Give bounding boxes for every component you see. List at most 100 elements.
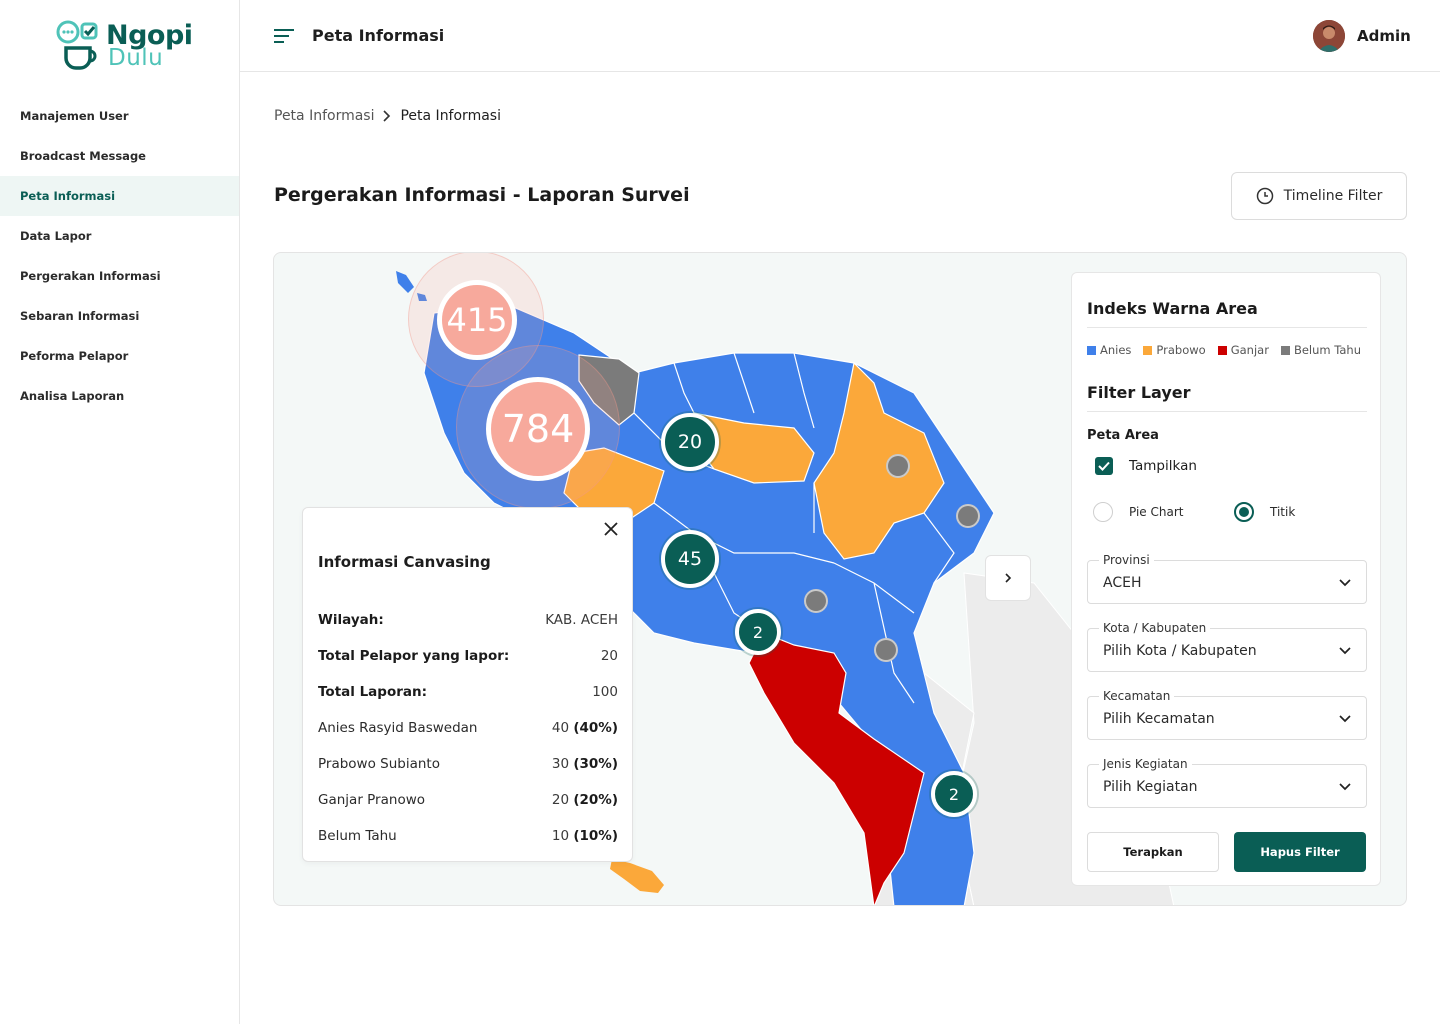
expand-panel-button[interactable]: [985, 555, 1031, 601]
cluster-marker-45[interactable]: 45: [661, 530, 719, 588]
chevron-down-icon: [1339, 783, 1351, 791]
info-value: 100: [592, 684, 618, 700]
coffee-cup-icon: [56, 20, 98, 70]
map-panel[interactable]: 415 784 20 45 2 2 Informasi Canvasing Wi…: [273, 252, 1407, 906]
peta-area-label: Peta Area: [1087, 428, 1159, 443]
breadcrumb: Peta Informasi Peta Informasi: [274, 108, 501, 124]
logo-text-secondary: Dulu: [108, 45, 164, 71]
page-title: Pergerakan Informasi - Laporan Survei: [274, 184, 690, 206]
divider: [1087, 327, 1367, 328]
provinsi-value: ACEH: [1103, 575, 1142, 591]
clear-filter-button[interactable]: Hapus Filter: [1234, 832, 1366, 872]
sidebar-nav: Manajemen User Broadcast Message Peta In…: [0, 96, 239, 416]
sidebar: Ngopi Dulu Manajemen User Broadcast Mess…: [0, 0, 240, 1024]
info-value: 30 (30%): [551, 756, 618, 772]
header-title: Peta Informasi: [312, 26, 445, 45]
cluster-count: 2: [752, 622, 764, 642]
info-row-total-laporan: Total Laporan: 100: [318, 684, 618, 700]
apply-filter-button[interactable]: Terapkan: [1087, 832, 1219, 872]
cluster-marker-2-east[interactable]: 2: [931, 771, 977, 817]
info-row-ganjar: Ganjar Pranowo 20 (20%): [318, 792, 618, 808]
user-photo-icon: [1313, 20, 1345, 52]
breadcrumb-item-root[interactable]: Peta Informasi: [274, 108, 374, 124]
kecamatan-select[interactable]: Kecamatan Pilih Kecamatan: [1087, 689, 1367, 740]
chevron-right-icon: [383, 110, 391, 122]
provinsi-label: Provinsi: [1099, 553, 1154, 567]
legend-item-belum-tahu: Belum Tahu: [1280, 343, 1361, 357]
color-legend: Anies Prabowo Ganjar Belum Tahu: [1087, 343, 1361, 357]
show-area-label: Tampilkan: [1129, 458, 1197, 474]
sidebar-item-pergerakan-informasi[interactable]: Pergerakan Informasi: [0, 256, 239, 296]
radio-pie-chart-label: Pie Chart: [1129, 505, 1184, 519]
cluster-count: 20: [677, 431, 703, 453]
cluster-marker-20[interactable]: 20: [661, 413, 719, 471]
divider: [1087, 411, 1367, 412]
info-label: Total Pelapor yang lapor:: [318, 648, 510, 664]
filter-panel: Indeks Warna Area Anies Prabowo Ganjar B…: [1071, 272, 1381, 886]
kota-kabupaten-select[interactable]: Kota / Kabupaten Pilih Kota / Kabupaten: [1087, 621, 1367, 672]
breadcrumb-item-current: Peta Informasi: [400, 108, 501, 124]
sidebar-item-peforma-pelapor[interactable]: Peforma Pelapor: [0, 336, 239, 376]
info-label: Wilayah:: [318, 612, 384, 628]
point-marker[interactable]: [874, 638, 898, 662]
sidebar-item-data-lapor[interactable]: Data Lapor: [0, 216, 239, 256]
user-name[interactable]: Admin: [1357, 27, 1411, 45]
radio-pie-chart[interactable]: [1093, 502, 1113, 522]
radio-titik[interactable]: [1234, 502, 1254, 522]
info-row-anies: Anies Rasyid Baswedan 40 (40%): [318, 720, 618, 736]
chevron-down-icon: [1339, 715, 1351, 723]
cluster-marker-784[interactable]: 784: [486, 377, 590, 481]
timeline-filter-button[interactable]: Timeline Filter: [1231, 172, 1407, 220]
point-marker[interactable]: [804, 589, 828, 613]
sidebar-item-analisa-laporan[interactable]: Analisa Laporan: [0, 376, 239, 416]
sidebar-item-peta-informasi[interactable]: Peta Informasi: [0, 176, 239, 216]
sidebar-item-broadcast-message[interactable]: Broadcast Message: [0, 136, 239, 176]
info-label: Total Laporan:: [318, 684, 428, 700]
cluster-count: 415: [446, 301, 508, 339]
chevron-down-icon: [1339, 647, 1351, 655]
info-label: Belum Tahu: [318, 828, 397, 844]
cluster-count: 45: [677, 548, 703, 570]
point-marker[interactable]: [886, 454, 910, 478]
info-row-total-pelapor: Total Pelapor yang lapor: 20: [318, 648, 618, 664]
chevron-down-icon: [1339, 579, 1351, 587]
jenis-kegiatan-select[interactable]: Jenis Kegiatan Pilih Kegiatan: [1087, 757, 1367, 808]
info-value: 20: [600, 648, 618, 664]
radio-titik-label: Titik: [1270, 505, 1296, 519]
cluster-marker-2-south[interactable]: 2: [735, 609, 781, 655]
show-area-checkbox[interactable]: [1095, 457, 1113, 475]
kota-kabupaten-label: Kota / Kabupaten: [1099, 621, 1211, 635]
cluster-count: 784: [501, 407, 575, 451]
cluster-count: 2: [948, 784, 960, 804]
provinsi-select[interactable]: Provinsi ACEH: [1087, 553, 1367, 604]
info-popup-title: Informasi Canvasing: [318, 553, 491, 571]
info-row-belum-tahu: Belum Tahu 10 (10%): [318, 828, 618, 844]
legend-item-anies: Anies: [1087, 343, 1131, 357]
close-icon[interactable]: [602, 520, 620, 538]
info-popup: Informasi Canvasing Wilayah: KAB. ACEH T…: [302, 507, 633, 862]
sidebar-item-sebaran-informasi[interactable]: Sebaran Informasi: [0, 296, 239, 336]
legend-item-prabowo: Prabowo: [1143, 343, 1206, 357]
legend-title: Indeks Warna Area: [1087, 299, 1258, 318]
top-header: Peta Informasi Admin: [240, 0, 1440, 72]
sidebar-item-manajemen-user[interactable]: Manajemen User: [0, 96, 239, 136]
info-value: 20 (20%): [551, 792, 618, 808]
info-value: 10 (10%): [551, 828, 618, 844]
legend-item-ganjar: Ganjar: [1217, 343, 1269, 357]
point-marker[interactable]: [956, 504, 980, 528]
app-logo[interactable]: Ngopi Dulu: [56, 18, 196, 74]
kecamatan-label: Kecamatan: [1099, 689, 1175, 703]
info-value: 40 (40%): [551, 720, 618, 736]
avatar[interactable]: [1313, 20, 1345, 52]
kecamatan-value: Pilih Kecamatan: [1103, 711, 1215, 727]
info-row-prabowo: Prabowo Subianto 30 (30%): [318, 756, 618, 772]
filter-layer-title: Filter Layer: [1087, 383, 1191, 402]
info-row-wilayah: Wilayah: KAB. ACEH: [318, 612, 618, 628]
info-value: KAB. ACEH: [545, 612, 618, 628]
cluster-marker-415[interactable]: 415: [437, 280, 517, 360]
check-icon: [1098, 461, 1110, 471]
info-label: Prabowo Subianto: [318, 756, 440, 772]
clock-icon: [1256, 187, 1273, 205]
jenis-kegiatan-value: Pilih Kegiatan: [1103, 779, 1198, 795]
menu-icon[interactable]: [274, 28, 294, 44]
